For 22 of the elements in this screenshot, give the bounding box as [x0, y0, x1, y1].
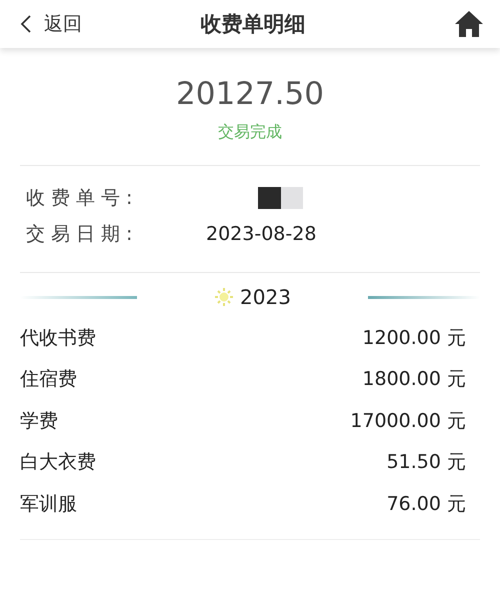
page-title: 收费单明细: [200, 11, 306, 38]
year-label: 2023: [240, 285, 291, 309]
fee-amount: 51.50 元: [386, 450, 466, 476]
fee-name: 代收书费: [20, 326, 96, 351]
fee-amount: 1800.00 元: [362, 367, 466, 392]
back-link[interactable]: 返回: [20, 11, 140, 37]
field-value: 2023-08-28: [206, 223, 316, 245]
total-amount: 20127.50: [176, 76, 324, 112]
fee-amount: 76.00 元: [386, 492, 466, 517]
transaction-status: 交易完成: [218, 122, 282, 143]
field-label: 交易日期:: [26, 222, 140, 247]
redaction-mark: [258, 187, 303, 209]
sun-icon: [214, 287, 234, 307]
fee-name: 白大衣费: [20, 450, 96, 476]
chevron-left-icon: [20, 15, 32, 33]
field-label: 收费单号:: [26, 186, 140, 211]
fee-amount: 17000.00 元: [350, 408, 466, 434]
fee-name: 军训服: [20, 492, 77, 517]
home-icon[interactable]: [454, 10, 484, 38]
fee-amount: 1200.00 元: [362, 326, 466, 351]
fee-name: 住宿费: [20, 367, 77, 392]
fee-name: 学费: [20, 408, 58, 434]
